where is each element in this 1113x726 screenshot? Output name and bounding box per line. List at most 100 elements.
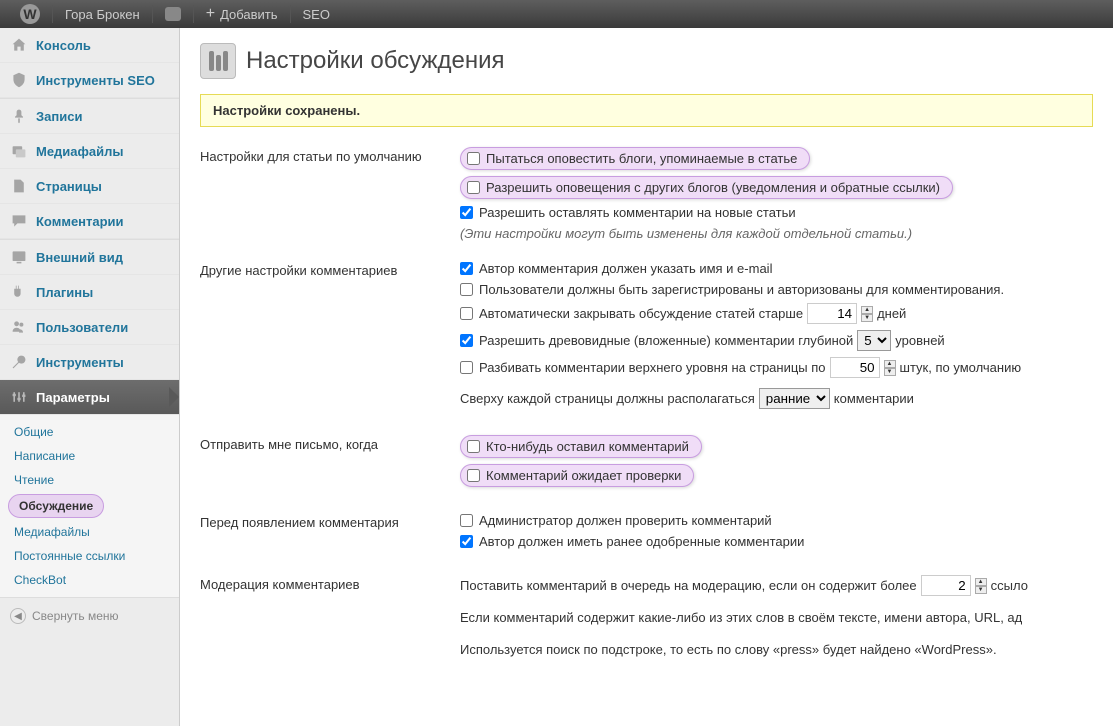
seo-label: SEO — [303, 7, 330, 22]
sidebar-item-settings[interactable]: Параметры — [0, 380, 179, 415]
highlighted-option: Пытаться оповестить блоги, упоминаемые в… — [460, 147, 810, 170]
stepper-down[interactable]: ▼ — [884, 368, 896, 376]
checkbox-paginate[interactable] — [460, 361, 473, 374]
option-label[interactable]: Администратор должен проверить комментар… — [479, 513, 772, 528]
option-label[interactable]: Разрешить оповещения с других блогов (ув… — [486, 180, 940, 195]
option-label[interactable]: Автор должен иметь ранее одобренные комм… — [479, 534, 804, 549]
section-default-article: Настройки для статьи по умолчанию Пытать… — [200, 147, 1093, 241]
option-label[interactable]: Автор комментария должен указать имя и e… — [479, 261, 772, 276]
sidebar-item-pages[interactable]: Страницы — [0, 169, 179, 204]
stepper-up[interactable]: ▲ — [884, 360, 896, 368]
wp-logo-menu[interactable]: W — [8, 0, 52, 28]
comments-link[interactable] — [153, 0, 193, 28]
sidebar-item-label: Инструменты — [36, 355, 124, 370]
checkbox-admin-approve[interactable] — [460, 514, 473, 527]
stepper-up[interactable]: ▲ — [975, 578, 987, 586]
comment-icon — [165, 7, 181, 21]
option-label[interactable]: Разрешить оставлять комментарии на новые… — [479, 205, 796, 220]
option-label[interactable]: Пользователи должны быть зарегистрирован… — [479, 282, 1004, 297]
submenu-item-media[interactable]: Медиафайлы — [0, 520, 179, 544]
stepper-up[interactable]: ▲ — [861, 306, 873, 314]
sidebar-item-appearance[interactable]: Внешний вид — [0, 240, 179, 275]
checkbox-threaded[interactable] — [460, 334, 473, 347]
checkbox-prev-approved[interactable] — [460, 535, 473, 548]
sidebar-item-users[interactable]: Пользователи — [0, 310, 179, 345]
perpage-stepper: ▲▼ — [884, 360, 896, 376]
checkbox-email-moderation[interactable] — [467, 469, 480, 482]
add-new-label: Добавить — [220, 7, 277, 22]
collapse-label: Свернуть меню — [32, 609, 119, 623]
checkbox-allow-comments[interactable] — [460, 206, 473, 219]
section-label: Отправить мне письмо, когда — [200, 435, 460, 493]
checkbox-require-name-email[interactable] — [460, 262, 473, 275]
section-other-comments: Другие настройки комментариев Автор комм… — [200, 261, 1093, 415]
highlighted-option: Кто-нибудь оставил комментарий — [460, 435, 702, 458]
option-label[interactable]: Кто-нибудь оставил комментарий — [486, 439, 689, 454]
option-label[interactable]: Разбивать комментарии верхнего уровня на… — [479, 360, 826, 375]
option-label[interactable]: Автоматически закрывать обсуждение стате… — [479, 306, 803, 321]
sidebar-item-label: Медиафайлы — [36, 144, 124, 159]
prefix-label: Поставить комментарий в очередь на модер… — [460, 576, 917, 596]
submenu-item-reading[interactable]: Чтение — [0, 468, 179, 492]
option-label[interactable]: Комментарий ожидает проверки — [486, 468, 681, 483]
input-close-days[interactable] — [807, 303, 857, 324]
sidebar-item-tools[interactable]: Инструменты — [0, 345, 179, 380]
sidebar-item-posts[interactable]: Записи — [0, 99, 179, 134]
sidebar-item-seo-tools[interactable]: Инструменты SEO — [0, 63, 179, 98]
checkbox-require-registration[interactable] — [460, 283, 473, 296]
pin-icon — [10, 107, 28, 125]
sidebar-item-label: Страницы — [36, 179, 102, 194]
submenu-item-writing[interactable]: Написание — [0, 444, 179, 468]
site-name-link[interactable]: Гора Брокен — [53, 0, 152, 28]
suffix-label: уровней — [895, 333, 944, 348]
sidebar-item-media[interactable]: Медиафайлы — [0, 134, 179, 169]
checkbox-close-old[interactable] — [460, 307, 473, 320]
checkbox-notify-blogs[interactable] — [467, 152, 480, 165]
appearance-icon — [10, 248, 28, 266]
suffix-label: комментарии — [834, 391, 914, 406]
submenu-item-discussion[interactable]: Обсуждение — [8, 494, 104, 518]
discussion-settings-icon — [200, 43, 236, 79]
sidebar-item-label: Комментарии — [36, 214, 124, 229]
highlighted-option: Разрешить оповещения с других блогов (ув… — [460, 176, 953, 199]
seo-menu[interactable]: SEO — [291, 0, 342, 28]
plus-icon: + — [206, 5, 215, 23]
checkbox-email-anyone[interactable] — [467, 440, 480, 453]
option-label[interactable]: Разрешить древовидные (вложенные) коммен… — [479, 333, 853, 348]
section-label: Другие настройки комментариев — [200, 261, 460, 415]
submenu-item-checkbot[interactable]: CheckBot — [0, 568, 179, 592]
sidebar-item-label: Записи — [36, 109, 82, 124]
add-new-menu[interactable]: + Добавить — [194, 0, 290, 28]
select-comment-order[interactable]: ранние — [759, 388, 830, 409]
settings-submenu: Общие Написание Чтение Обсуждение Медиаф… — [0, 415, 179, 597]
collapse-menu-button[interactable]: ◀ Свернуть меню — [0, 597, 179, 634]
input-per-page[interactable] — [830, 357, 880, 378]
home-icon — [10, 36, 28, 54]
stepper-down[interactable]: ▼ — [975, 586, 987, 594]
wordpress-logo-icon: W — [20, 4, 40, 24]
checkbox-allow-pingbacks[interactable] — [467, 181, 480, 194]
sidebar-item-label: Инструменты SEO — [36, 73, 155, 88]
sidebar-item-label: Внешний вид — [36, 250, 123, 265]
section-note: (Эти настройки могут быть изменены для к… — [460, 226, 1093, 241]
option-label[interactable]: Пытаться оповестить блоги, упоминаемые в… — [486, 151, 797, 166]
sidebar-item-label: Плагины — [36, 285, 93, 300]
comment-icon — [10, 212, 28, 230]
sidebar-item-plugins[interactable]: Плагины — [0, 275, 179, 310]
submenu-item-general[interactable]: Общие — [0, 420, 179, 444]
section-before-appear: Перед появлением комментария Администрат… — [200, 513, 1093, 555]
highlighted-option: Комментарий ожидает проверки — [460, 464, 694, 487]
sidebar-item-console[interactable]: Консоль — [0, 28, 179, 63]
section-label: Модерация комментариев — [200, 575, 460, 671]
sidebar-item-comments[interactable]: Комментарии — [0, 204, 179, 239]
chevron-left-icon: ◀ — [10, 608, 26, 624]
stepper-down[interactable]: ▼ — [861, 314, 873, 322]
section-moderation: Модерация комментариев Поставить коммент… — [200, 575, 1093, 671]
submenu-item-permalinks[interactable]: Постоянные ссылки — [0, 544, 179, 568]
select-thread-depth[interactable]: 5 — [857, 330, 891, 351]
sidebar-item-label: Параметры — [36, 390, 110, 405]
page-icon — [10, 177, 28, 195]
admin-topbar: W Гора Брокен + Добавить SEO — [0, 0, 1113, 28]
media-icon — [10, 142, 28, 160]
input-max-links[interactable] — [921, 575, 971, 596]
